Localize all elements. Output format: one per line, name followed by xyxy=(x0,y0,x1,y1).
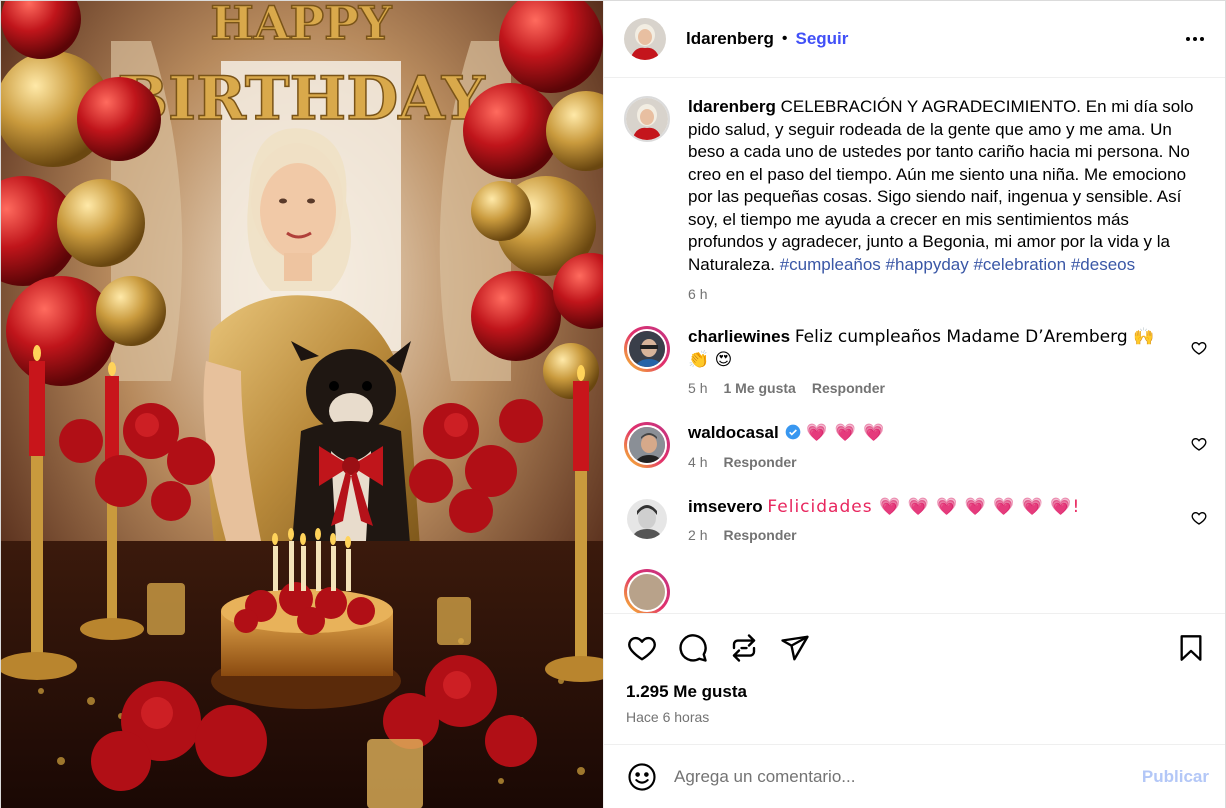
caption-author-avatar[interactable] xyxy=(624,96,671,142)
caption-avatar-image xyxy=(626,98,669,140)
add-comment-bar: Publicar xyxy=(604,744,1225,808)
hashtag-link[interactable]: #cumpleaños xyxy=(780,255,881,274)
reply-button[interactable]: Responder xyxy=(812,380,885,396)
comment-like-heart-icon[interactable] xyxy=(1191,510,1207,526)
verified-badge-icon xyxy=(786,424,801,440)
follow-button[interactable]: Seguir xyxy=(795,29,848,49)
hashtag-link[interactable]: #happyday xyxy=(886,255,969,274)
comment-text: imsevero Felicidades 💗 💗 💗 💗 💗 💗 💗! xyxy=(688,496,1173,519)
comments-list[interactable]: ldarenberg CELEBRACIÓN Y AGRADECIMIENTO.… xyxy=(604,78,1225,613)
publish-button[interactable]: Publicar xyxy=(1142,767,1209,787)
story-ring[interactable] xyxy=(624,326,671,372)
post-header: ldarenberg • Seguir xyxy=(604,1,1225,78)
birthday-photo-illustration: HAPPY BIRTHDAY xyxy=(1,1,604,808)
comment-row-partial xyxy=(624,569,1207,613)
comment-username[interactable]: waldocasal xyxy=(688,423,779,442)
story-ring[interactable] xyxy=(624,569,671,613)
author-avatar-image xyxy=(624,18,667,60)
comment-time[interactable]: 2 h xyxy=(688,527,707,543)
comment-meta: 5 h 1 Me gusta Responder xyxy=(688,380,1173,396)
comment-input[interactable] xyxy=(674,767,1142,787)
posted-ago: Hace 6 horas xyxy=(626,709,710,725)
caption-text: ldarenberg CELEBRACIÓN Y AGRADECIMIENTO.… xyxy=(688,96,1201,276)
post-side-panel: ldarenberg • Seguir ldarenberg CELEBRACI… xyxy=(603,1,1225,808)
banner-top: HAPPY xyxy=(210,1,392,50)
caption-row: ldarenberg CELEBRACIÓN Y AGRADECIMIENTO.… xyxy=(624,96,1207,302)
likes-count[interactable]: 1.295 Me gusta xyxy=(626,682,1207,702)
action-bar xyxy=(626,614,1207,682)
comment-body: Felicidades 💗 💗 💗 💗 💗 💗 💗! xyxy=(767,496,1081,517)
comment-like-heart-icon[interactable] xyxy=(1191,436,1207,452)
commenter-avatar xyxy=(627,572,668,612)
commenter-avatar-image xyxy=(627,498,668,539)
like-heart-icon[interactable] xyxy=(626,632,658,664)
comment-likes[interactable]: 1 Me gusta xyxy=(723,380,795,396)
comment-username[interactable]: charliewines xyxy=(688,327,790,346)
commenter-avatar xyxy=(627,329,668,369)
comment-username[interactable]: imsevero xyxy=(688,497,763,516)
repost-icon[interactable] xyxy=(728,632,760,664)
bookmark-icon[interactable] xyxy=(1175,632,1207,664)
post-photo[interactable]: HAPPY BIRTHDAY xyxy=(1,1,604,808)
hashtag-link[interactable]: #deseos xyxy=(1071,255,1135,274)
comment-time[interactable]: 5 h xyxy=(688,380,707,396)
header-separator: • xyxy=(781,30,788,47)
commenter-avatar-image xyxy=(629,331,666,367)
share-icon[interactable] xyxy=(779,632,811,664)
avatar-wrap[interactable] xyxy=(624,496,670,542)
comment-text: waldocasal 💗 💗 💗 xyxy=(688,422,1173,445)
comment-row: charliewines Feliz cumpleaños Madame D’A… xyxy=(624,326,1207,396)
author-avatar[interactable] xyxy=(624,18,667,60)
caption-meta: 6 h xyxy=(688,286,1201,302)
emoji-icon[interactable] xyxy=(626,761,658,793)
story-ring[interactable] xyxy=(624,422,671,468)
banner-bottom: BIRTHDAY xyxy=(117,64,486,134)
hashtag-link[interactable]: #celebration xyxy=(973,255,1066,274)
more-options-icon[interactable] xyxy=(1183,27,1207,51)
comment-meta: 4 h Responder xyxy=(688,454,1173,470)
caption-time[interactable]: 6 h xyxy=(688,286,707,302)
comment-meta: 2 h Responder xyxy=(688,527,1173,543)
comment-time[interactable]: 4 h xyxy=(688,454,707,470)
comment-text: charliewines Feliz cumpleaños Madame D’A… xyxy=(688,326,1173,371)
commenter-avatar-image xyxy=(629,427,666,463)
reply-button[interactable]: Responder xyxy=(723,454,796,470)
author-username[interactable]: ldarenberg xyxy=(686,29,774,49)
comment-like-heart-icon[interactable] xyxy=(1191,340,1207,356)
comment-row: imsevero Felicidades 💗 💗 💗 💗 💗 💗 💗! 2 h … xyxy=(624,496,1207,543)
caption-body: CELEBRACIÓN Y AGRADECIMIENTO. En mi día … xyxy=(688,97,1194,274)
reply-button[interactable]: Responder xyxy=(723,527,796,543)
caption-username[interactable]: ldarenberg xyxy=(688,97,776,116)
comment-icon[interactable] xyxy=(677,632,709,664)
commenter-avatar xyxy=(627,498,668,539)
commenter-avatar xyxy=(627,425,668,465)
comment-row: waldocasal 💗 💗 💗 4 h Responder xyxy=(624,422,1207,470)
post-dialog: HAPPY BIRTHDAY ldarenberg • Seguir ldare… xyxy=(0,0,1226,808)
comment-body: 💗 💗 💗 xyxy=(806,423,886,443)
post-actions-area: 1.295 Me gusta Hace 6 horas xyxy=(604,613,1225,744)
